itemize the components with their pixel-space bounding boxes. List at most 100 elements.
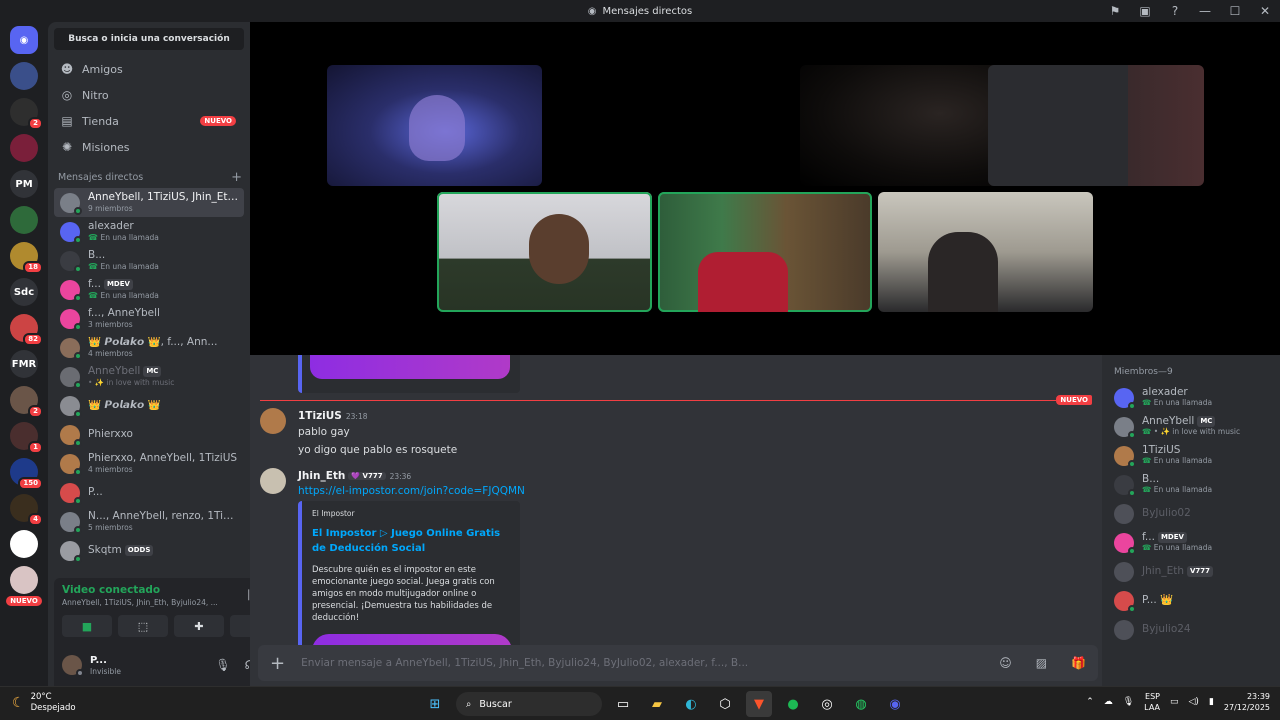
server-icon[interactable]: 2 bbox=[10, 386, 43, 418]
video-tile[interactable] bbox=[327, 65, 542, 186]
member-item[interactable]: Jhin_Eth V777 bbox=[1114, 557, 1272, 586]
dm-item[interactable]: 👑 𝙋𝙤𝙡𝙖𝙠𝙤 👑 bbox=[54, 391, 244, 420]
member-item[interactable]: ByJulio02 bbox=[1114, 499, 1272, 528]
nav-nitro[interactable]: ◎ Nitro bbox=[54, 82, 244, 108]
message-link[interactable]: https://el-impostor.com/join?code=FJQQMN bbox=[298, 485, 525, 497]
avatar[interactable] bbox=[260, 408, 286, 434]
dm-item[interactable]: Skqtm ODDS bbox=[54, 536, 244, 565]
mic-tray-icon[interactable]: 🎙 bbox=[1123, 697, 1134, 707]
dm-list: AnneYbell, 1TiziUS, Jhin_Eth, ... 9 miemb… bbox=[54, 188, 244, 565]
weather-widget[interactable]: ☾ 20°C Despejado bbox=[12, 692, 76, 714]
clock[interactable]: 23:39 27/12/2025 bbox=[1224, 691, 1270, 713]
file-explorer-icon[interactable]: ▰ bbox=[644, 691, 670, 717]
steam-icon[interactable]: ◎ bbox=[814, 691, 840, 717]
nav-misiones[interactable]: ✺ Misiones bbox=[54, 134, 244, 160]
dm-item[interactable]: Phierxxo bbox=[54, 420, 244, 449]
brave-icon[interactable]: ▼ bbox=[746, 691, 772, 717]
discord-home-icon[interactable]: ◉ bbox=[10, 26, 38, 54]
dm-item[interactable]: B... ☎ En una llamada bbox=[54, 246, 244, 275]
server-icon[interactable]: 4 bbox=[10, 494, 43, 526]
screen-share-button[interactable]: ⬚ bbox=[118, 615, 168, 637]
close-button[interactable]: ✕ bbox=[1250, 0, 1280, 22]
dm-item[interactable]: AnneYbell, 1TiziUS, Jhin_Eth, ... 9 miemb… bbox=[54, 188, 244, 217]
member-item[interactable]: P... 👑 bbox=[1114, 586, 1272, 615]
video-tile[interactable] bbox=[988, 65, 1204, 186]
member-item[interactable]: B... ☎ En una llamada bbox=[1114, 470, 1272, 499]
server-icon[interactable]: 1 bbox=[10, 422, 43, 454]
nav-amigos[interactable]: ☻ Amigos bbox=[54, 56, 244, 82]
dm-item[interactable]: P... bbox=[54, 478, 244, 507]
nitro-icon: ◎ bbox=[61, 88, 73, 102]
member-item[interactable]: AnneYbell MC ☎ • ✨ in love with music bbox=[1114, 412, 1272, 441]
attach-plus-icon[interactable]: + bbox=[270, 653, 285, 674]
edge-icon[interactable]: ◐ bbox=[678, 691, 704, 717]
mic-icon[interactable]: 🎙 bbox=[215, 658, 230, 672]
maximize-button[interactable]: ☐ bbox=[1220, 0, 1250, 22]
server-icon[interactable]: Sdc bbox=[10, 278, 38, 306]
discord-taskbar-icon[interactable]: ◉ bbox=[882, 691, 908, 717]
sticker-icon[interactable]: ▨ bbox=[1036, 656, 1047, 670]
task-view-icon[interactable]: ▭ bbox=[610, 691, 636, 717]
help-icon[interactable]: ? bbox=[1160, 0, 1190, 22]
dm-item[interactable]: N..., AnneYbell, renzo, 1TiziUS 5 miembro… bbox=[54, 507, 244, 536]
video-tile-speaking[interactable] bbox=[437, 192, 652, 312]
activities-button[interactable]: ✚ bbox=[174, 615, 224, 637]
server-icon[interactable]: PM bbox=[10, 170, 38, 198]
member-item[interactable]: 1TiziUS ☎ En una llamada bbox=[1114, 441, 1272, 470]
server-icon[interactable]: 18 bbox=[10, 242, 43, 274]
server-icon[interactable] bbox=[10, 206, 38, 234]
server-icon[interactable]: FMR bbox=[10, 350, 38, 378]
video-tile-speaking[interactable] bbox=[658, 192, 872, 312]
start-windows-icon[interactable]: ⊞ bbox=[422, 691, 448, 717]
message-author[interactable]: Jhin_Eth bbox=[298, 470, 345, 482]
avatar bbox=[60, 453, 82, 476]
dm-item[interactable]: Phierxxo, AnneYbell, 1TiziUS 4 miembros bbox=[54, 449, 244, 478]
server-rail: ◉ 2 PM 18 Sdc 82 FMR 2 1 150 4 NUEVO bbox=[0, 22, 48, 686]
avatar bbox=[1114, 590, 1136, 613]
minimize-button[interactable]: — bbox=[1190, 0, 1220, 22]
server-icon[interactable]: 150 bbox=[10, 458, 43, 490]
whatsapp-icon[interactable]: ◍ bbox=[848, 691, 874, 717]
language-indicator[interactable]: ESP LAA bbox=[1144, 691, 1160, 713]
server-icon[interactable] bbox=[10, 134, 38, 162]
server-icon[interactable] bbox=[10, 530, 38, 558]
screen-icon[interactable]: ▣ bbox=[1130, 0, 1160, 22]
create-dm-icon[interactable]: + bbox=[231, 170, 242, 185]
dm-item[interactable]: f... MDEV ☎ En una llamada bbox=[54, 275, 244, 304]
video-tile[interactable] bbox=[800, 65, 1015, 186]
shop-icon: ▤ bbox=[61, 114, 73, 128]
server-icon[interactable]: 2 bbox=[10, 98, 43, 130]
cloud-icon[interactable]: ☁ bbox=[1104, 697, 1113, 707]
embed-provider: El Impostor bbox=[312, 509, 355, 518]
taskbar-search[interactable]: ⌕ Buscar bbox=[456, 692, 602, 716]
monitor-icon[interactable]: ▭ bbox=[1170, 697, 1179, 707]
gift-icon[interactable]: 🎁 bbox=[1071, 656, 1086, 670]
avatar[interactable] bbox=[260, 468, 286, 494]
avatar[interactable] bbox=[62, 655, 84, 677]
dm-item[interactable]: f..., AnneYbell 3 miembros bbox=[54, 304, 244, 333]
dm-item[interactable]: 👑 𝙋𝙤𝙡𝙖𝙠𝙤 👑, f..., Ann... 4 miembros bbox=[54, 333, 244, 362]
server-icon[interactable] bbox=[10, 62, 38, 90]
spotify-icon[interactable]: ● bbox=[780, 691, 806, 717]
message-input[interactable]: Enviar mensaje a AnneYbell, 1TiziUS, Jhi… bbox=[301, 657, 975, 669]
server-icon[interactable] bbox=[10, 566, 38, 594]
dm-item[interactable]: AnneYbell MC • ✨ in love with music bbox=[54, 362, 244, 391]
search-conversation-button[interactable]: Busca o inicia una conversación bbox=[54, 28, 244, 50]
volume-icon[interactable]: ◁) bbox=[1189, 697, 1199, 707]
emoji-icon[interactable]: ☺ bbox=[999, 656, 1012, 670]
battery-icon[interactable]: ▮ bbox=[1209, 697, 1214, 707]
chevron-up-icon[interactable]: ⌃ bbox=[1086, 697, 1094, 707]
server-icon[interactable]: 82 bbox=[10, 314, 43, 346]
camera-button[interactable]: ■ bbox=[62, 615, 112, 637]
call-icon: ☎ bbox=[88, 232, 101, 242]
app-icon[interactable]: ⬡ bbox=[712, 691, 738, 717]
nav-tienda[interactable]: ▤ Tienda NUEVO bbox=[54, 108, 244, 134]
member-item[interactable]: f... MDEV ☎ En una llamada bbox=[1114, 528, 1272, 557]
embed-title[interactable]: El Impostor ▷ Juego Online Gratis de Ded… bbox=[312, 526, 510, 556]
member-item[interactable]: Byjulio24 bbox=[1114, 615, 1272, 644]
dm-item[interactable]: alexader ☎ En una llamada bbox=[54, 217, 244, 246]
inbox-flag-icon[interactable]: ⚑ bbox=[1100, 0, 1130, 22]
message-author[interactable]: 1TiziUS bbox=[298, 410, 342, 422]
member-item[interactable]: alexader ☎ En una llamada bbox=[1114, 383, 1272, 412]
video-tile[interactable] bbox=[878, 192, 1093, 312]
